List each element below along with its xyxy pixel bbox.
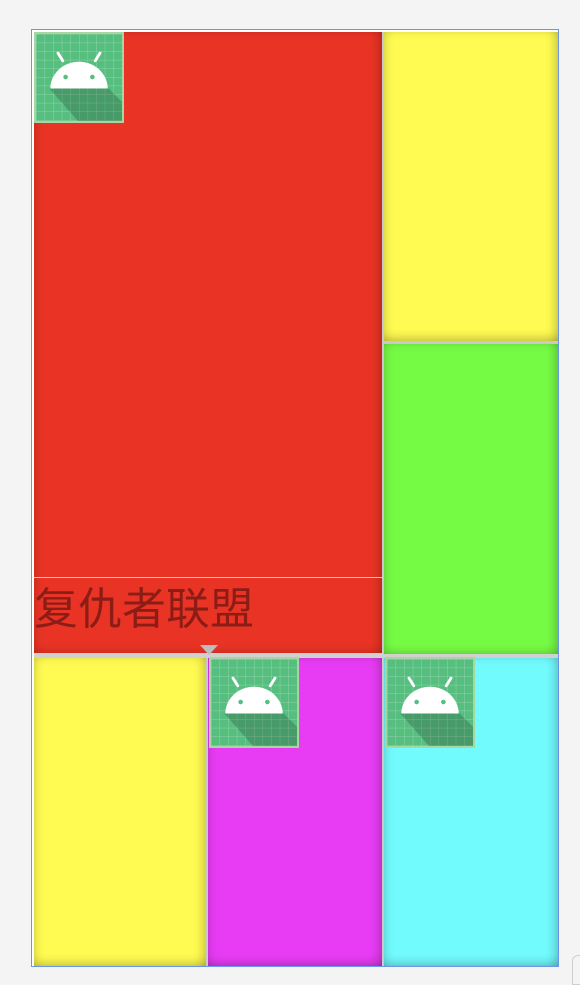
green-panel[interactable]	[384, 343, 558, 656]
android-icon-graphic	[387, 659, 473, 746]
caret-down-icon[interactable]	[200, 645, 218, 655]
yellow-bottom-panel[interactable]	[34, 658, 208, 966]
android-icon-graphic	[211, 659, 297, 746]
avengers-title: 复仇者联盟	[34, 584, 254, 636]
title-banner[interactable]: 复仇者联盟	[34, 577, 384, 654]
android-launcher-icon[interactable]	[34, 32, 124, 123]
red-panel[interactable]	[34, 32, 384, 656]
resize-handle[interactable]	[572, 955, 580, 985]
android-icon-graphic	[36, 34, 122, 121]
android-launcher-icon[interactable]	[209, 657, 299, 748]
android-launcher-icon[interactable]	[385, 657, 475, 748]
yellow-top-panel[interactable]	[384, 32, 558, 343]
design-canvas[interactable]: 复仇者联盟	[31, 29, 559, 967]
